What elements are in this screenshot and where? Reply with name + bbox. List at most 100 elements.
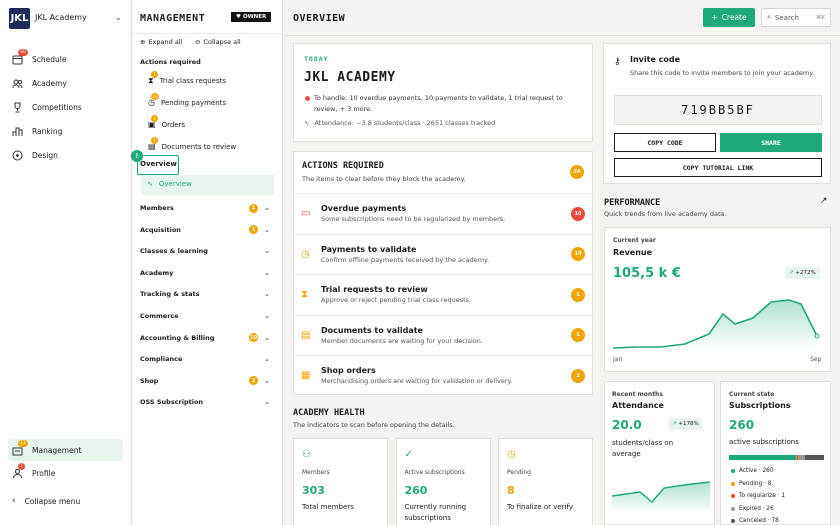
copy-tutorial-link-button[interactable]: COPY TUTORIAL LINK — [614, 158, 822, 177]
academy-name[interactable]: JKL Academy — [35, 13, 87, 22]
nav-item-profile[interactable]: 1 Profile — [12, 462, 124, 482]
overview-group[interactable]: Overview — [137, 155, 179, 175]
action-row[interactable]: ◷ Payments to validate Confirm offline pay… — [293, 233, 593, 274]
mgmt-group[interactable]: OSS Subscription ⌄ — [140, 395, 270, 409]
action-label: Pending payments — [160, 98, 227, 107]
action-item-documents[interactable]: ▤ 1 Documents to review — [148, 137, 236, 151]
mgmt-group[interactable]: Classes & learning ⌄ — [140, 244, 270, 258]
action-count-badge: 2 — [571, 368, 585, 383]
schedule-badge: 30 — [18, 48, 28, 56]
trend-icon[interactable]: ↗ — [820, 196, 828, 206]
legend-item: Pending · 8 — [731, 481, 771, 487]
nav-item-academy[interactable]: Academy — [12, 74, 124, 92]
chevron-down-icon[interactable]: ⌄ — [264, 398, 270, 406]
mgmt-group[interactable]: Commerce ⌄ — [140, 309, 270, 323]
attendance-card: Recent months Attendance 20.0 ↗ +178% st… — [604, 381, 715, 525]
group-label: Members — [140, 204, 174, 212]
nav-item-competitions[interactable]: Competitions — [12, 98, 124, 116]
bar-expired — [798, 455, 805, 460]
revenue-eyebrow: Current year — [613, 237, 656, 244]
nav-item-schedule[interactable]: 30 Schedule — [12, 48, 124, 68]
chevron-down-icon[interactable]: ⌄ — [264, 247, 270, 255]
attendance-label: Attendance — [612, 401, 664, 410]
group-meta: ⌄ — [264, 312, 270, 320]
action-row[interactable]: ▦ Shop orders Merchandising orders are wai… — [293, 355, 593, 395]
group-meta: ⌄ — [264, 398, 270, 406]
chevron-down-icon[interactable]: ⌄ — [264, 355, 270, 363]
legend-dot — [731, 506, 735, 511]
action-subtitle: Some subscriptions need to be regularize… — [321, 215, 506, 223]
mgmt-group[interactable]: Compliance ⌄ — [140, 352, 270, 366]
today-eyebrow: TODAY — [304, 55, 329, 63]
group-meta: 1 ⌄ — [249, 203, 270, 213]
mgmt-group[interactable]: Accounting & Billing 10 ⌄ — [140, 331, 270, 345]
action-count-badge: 10 — [571, 247, 585, 262]
action-title: Documents to validate — [321, 325, 423, 335]
hourglass-icon: ⧗ 1 — [148, 71, 158, 86]
attendance-desc: students/class on average — [612, 439, 674, 458]
invite-code-field[interactable]: 719BB5BF — [614, 95, 822, 125]
expand-all-button[interactable]: ⊕ Expand all — [140, 38, 182, 46]
mgmt-group[interactable]: Tracking & stats ⌄ — [140, 287, 270, 301]
health-card[interactable]: ⚇ Members 303 Total members — [293, 438, 388, 525]
chevron-down-icon[interactable]: ⌄ — [264, 269, 270, 277]
nav-label: Design — [32, 150, 58, 160]
chevron-down-icon[interactable]: ⌄ — [264, 204, 270, 212]
action-item-orders[interactable]: ▣ 2 Orders — [148, 115, 185, 129]
search-button[interactable]: ⌕ Search ⌘K — [761, 8, 831, 27]
credit-card-icon: ▭ — [301, 208, 311, 219]
health-desc: Total members — [302, 503, 354, 511]
nav-label: Profile — [32, 468, 56, 478]
action-row[interactable]: ▭ Overdue payments Some subscriptions need… — [293, 193, 593, 233]
action-row[interactable]: ⧗ Trial requests to review Approve or reje… — [293, 274, 593, 314]
create-label: Create — [721, 13, 747, 22]
nav-item-ranking[interactable]: Ranking — [12, 122, 124, 140]
action-subtitle: Approve or reject pending trial class re… — [321, 296, 472, 305]
attendance-delta-value: +178% — [678, 421, 699, 427]
mgmt-group[interactable]: Acquisition 1 ⌄ — [140, 223, 270, 237]
subs-label: Subscriptions — [729, 401, 791, 410]
shopping-bag-icon: ▦ — [301, 370, 311, 382]
revenue-label: Revenue — [613, 248, 653, 257]
header-divider — [284, 35, 840, 36]
action-subtitle: Member documents are waiting for your de… — [321, 336, 483, 345]
mgmt-group[interactable]: Academy ⌄ — [140, 266, 270, 280]
share-button[interactable]: SHARE — [720, 133, 822, 152]
action-item-payments[interactable]: ◷ 10 Pending payments — [148, 93, 227, 107]
collapse-all-button[interactable]: ⊖ Collapse all — [195, 38, 241, 46]
revenue-sparkline — [613, 299, 820, 350]
health-desc: To finalize or verify — [507, 503, 573, 511]
copy-code-button[interactable]: COPY CODE — [614, 133, 716, 152]
key-icon: ⚷ — [614, 57, 621, 67]
chevron-down-icon[interactable]: ⌄ — [115, 13, 122, 22]
overview-subitem[interactable]: ∿ Overview — [147, 180, 192, 188]
health-card[interactable]: ◷ Pending 8 To finalize or verify — [498, 438, 593, 525]
action-item-trial[interactable]: ⧗ 1 Trial class requests — [148, 71, 226, 86]
legend-item: Expired · 26 — [731, 506, 774, 512]
group-meta: ⌄ — [264, 247, 270, 255]
health-value: 8 — [507, 484, 515, 497]
chevron-down-icon[interactable]: ⌄ — [264, 312, 270, 320]
chevron-down-icon[interactable]: ⌄ — [264, 290, 270, 298]
mgmt-group[interactable]: Shop 2 ⌄ — [140, 374, 270, 388]
academy-title: JKL ACADEMY — [304, 70, 396, 85]
revenue-delta-value: +272% — [795, 270, 816, 276]
nav-item-management[interactable]: 13 Management — [12, 439, 124, 459]
chevron-left-icon: ‹ — [12, 496, 16, 506]
create-button[interactable]: + Create — [703, 8, 755, 27]
chevron-down-icon[interactable]: ⌄ — [264, 377, 270, 385]
group-meta: ⌄ — [264, 290, 270, 298]
health-card[interactable]: ✓ Active subscriptions 260 Currently runnin… — [395, 438, 491, 525]
health-label: Pending — [507, 469, 531, 476]
legend-item: Canceled · 78 — [731, 518, 779, 524]
chevron-down-icon[interactable]: ⌄ — [264, 334, 270, 342]
management-icon: 13 — [12, 439, 28, 456]
legend-dot — [731, 481, 735, 486]
chevron-down-icon[interactable]: ⌄ — [264, 226, 270, 234]
action-row[interactable]: ▤ Documents to validate Member documents a… — [293, 314, 593, 355]
mgmt-group[interactable]: Members 1 ⌄ — [140, 201, 270, 215]
nav-item-design[interactable]: Design — [12, 146, 124, 164]
collapse-menu-button[interactable]: ‹ Collapse menu — [12, 492, 124, 510]
profile-badge: 1 — [18, 462, 25, 470]
expand-all-label: Expand all — [148, 38, 183, 46]
